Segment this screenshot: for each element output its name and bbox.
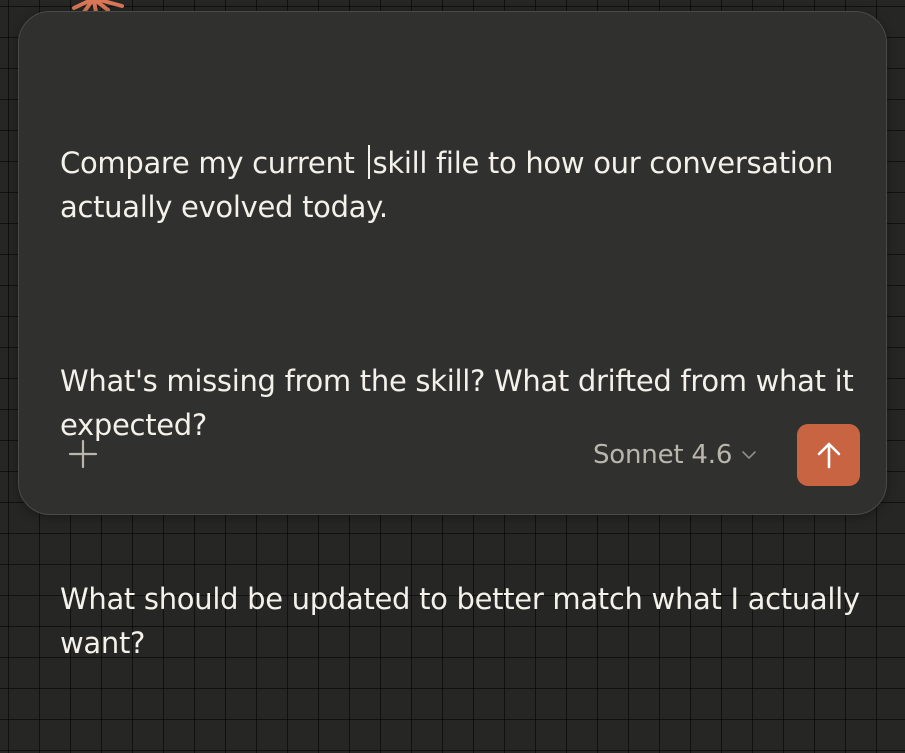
model-selector[interactable]: Sonnet 4.6 xyxy=(593,433,757,477)
message-paragraph: Compare my current skill file to how our… xyxy=(60,141,860,229)
chat-composer[interactable]: Compare my current skill file to how our… xyxy=(18,11,887,660)
send-button[interactable] xyxy=(797,424,860,486)
message-paragraph: What should be updated to better match w… xyxy=(60,582,869,660)
arrow-up-icon xyxy=(817,442,840,469)
add-attachment-button[interactable] xyxy=(63,432,103,476)
message-input[interactable]: Compare my current skill file to how our… xyxy=(60,53,860,753)
model-label: Sonnet 4.6 xyxy=(593,440,733,470)
plus-icon xyxy=(68,439,98,469)
message-text-before-cursor: Compare my current xyxy=(60,146,364,180)
text-cursor xyxy=(367,145,370,179)
chevron-down-icon xyxy=(742,451,756,459)
